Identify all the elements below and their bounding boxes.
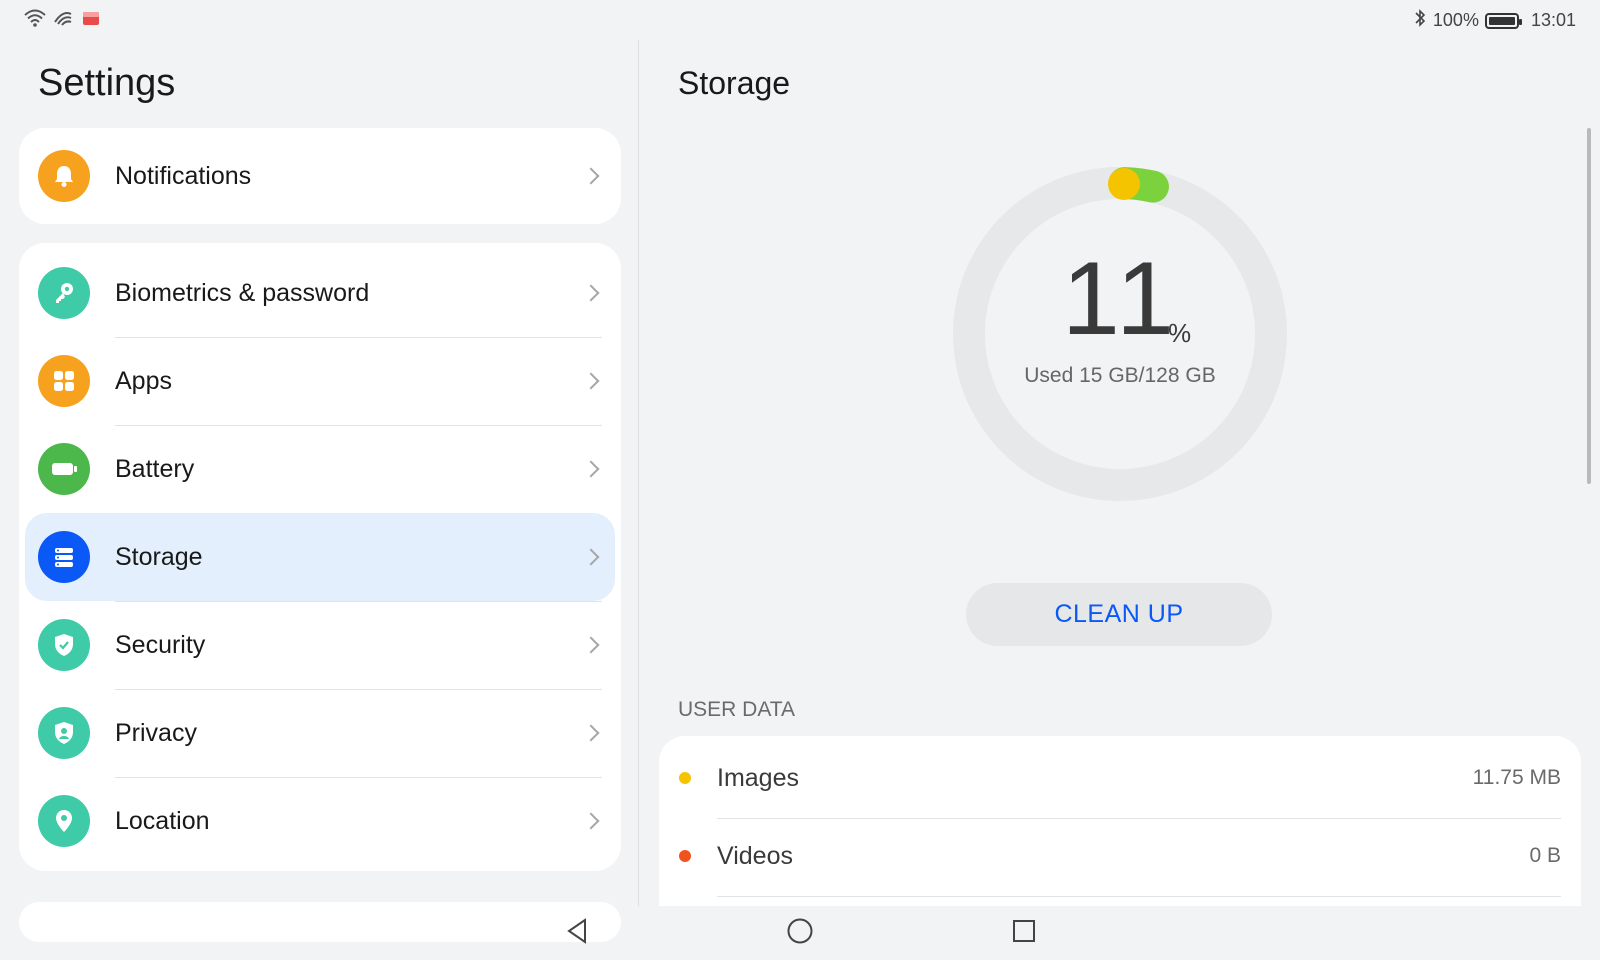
status-bar-right: 100% 13:01 — [1413, 8, 1576, 33]
notifications-card: Notifications — [19, 128, 621, 224]
key-icon — [38, 267, 90, 319]
battery-icon — [38, 443, 90, 495]
user-data-card: Images 11.75 MB Videos 0 B — [659, 736, 1581, 906]
signal-icon — [52, 8, 74, 28]
divider — [717, 896, 1561, 897]
sidebar-item-label: Battery — [115, 454, 195, 483]
scrollbar[interactable] — [1587, 128, 1591, 484]
clock: 13:01 — [1530, 10, 1576, 30]
sidebar-item-label: Notifications — [115, 161, 252, 190]
user-data-row-images[interactable]: Images 11.75 MB — [659, 740, 1581, 816]
user-data-value: 0 B — [1529, 844, 1561, 867]
sidebar-item-privacy[interactable]: Privacy — [19, 689, 621, 777]
sidebar-item-apps[interactable]: Apps — [19, 337, 621, 425]
videos-color-dot — [679, 850, 691, 862]
settings-panel: Settings Notifications Biometrics & pass… — [0, 40, 638, 942]
sidebar-item-label: Privacy — [115, 718, 197, 747]
sidebar-item-label: Biometrics & password — [115, 278, 370, 307]
location-pin-icon — [38, 795, 90, 847]
user-data-row-videos[interactable]: Videos 0 B — [659, 818, 1581, 894]
chevron-right-icon — [582, 548, 600, 566]
sidebar-item-notifications[interactable]: Notifications — [19, 132, 621, 220]
usage-text: Used 15 GB/128 GB — [1024, 364, 1216, 387]
images-usage-marker — [1108, 168, 1140, 200]
page-title: Settings — [38, 62, 176, 104]
battery-icon — [1484, 12, 1522, 29]
sidebar-item-biometrics[interactable]: Biometrics & password — [19, 249, 621, 337]
user-data-label: Videos — [717, 842, 793, 870]
sidebar-item-security[interactable]: Security — [19, 601, 621, 689]
chevron-right-icon — [582, 724, 600, 742]
usage-percent-sign: % — [1168, 318, 1192, 348]
wifi-icon — [24, 8, 46, 28]
chevron-right-icon — [582, 284, 600, 302]
user-data-header: USER DATA — [678, 698, 796, 721]
sidebar-item-battery[interactable]: Battery — [19, 425, 621, 513]
home-icon[interactable] — [785, 916, 815, 946]
bell-icon — [38, 150, 90, 202]
user-data-value: 11.75 MB — [1472, 766, 1561, 789]
recents-icon[interactable] — [1009, 916, 1039, 946]
storage-icon — [38, 531, 90, 583]
navigation-bar — [0, 906, 1600, 960]
chevron-right-icon — [582, 167, 600, 185]
privacy-icon — [38, 707, 90, 759]
chevron-right-icon — [582, 372, 600, 390]
settings-list-card: Biometrics & password Apps Battery Stora… — [19, 243, 621, 871]
battery-percent: 100% — [1432, 10, 1479, 30]
app-notification-icon — [80, 8, 102, 28]
back-icon[interactable] — [562, 916, 592, 946]
status-bar-left — [24, 8, 102, 28]
apps-grid-icon — [38, 355, 90, 407]
sidebar-item-label: Security — [115, 630, 206, 659]
sidebar-item-location[interactable]: Location — [19, 777, 621, 865]
sidebar-item-label: Location — [115, 806, 210, 835]
sidebar-item-label: Storage — [115, 542, 203, 571]
images-color-dot — [679, 772, 691, 784]
sidebar-item-label: Apps — [115, 366, 172, 395]
chevron-right-icon — [582, 636, 600, 654]
sidebar-item-storage[interactable]: Storage — [25, 513, 615, 601]
chevron-right-icon — [582, 812, 600, 830]
panel-divider — [638, 40, 639, 906]
storage-usage-ring: 11 % Used 15 GB/128 GB — [952, 166, 1288, 502]
chevron-right-icon — [582, 460, 600, 478]
shield-check-icon — [38, 619, 90, 671]
user-data-label: Images — [717, 764, 799, 792]
detail-title: Storage — [678, 65, 791, 101]
clean-up-button[interactable]: CLEAN UP — [966, 583, 1272, 646]
bluetooth-icon — [1413, 8, 1427, 33]
usage-percent: 11 — [1062, 241, 1178, 357]
status-bar: 100% 13:01 — [0, 0, 1600, 40]
